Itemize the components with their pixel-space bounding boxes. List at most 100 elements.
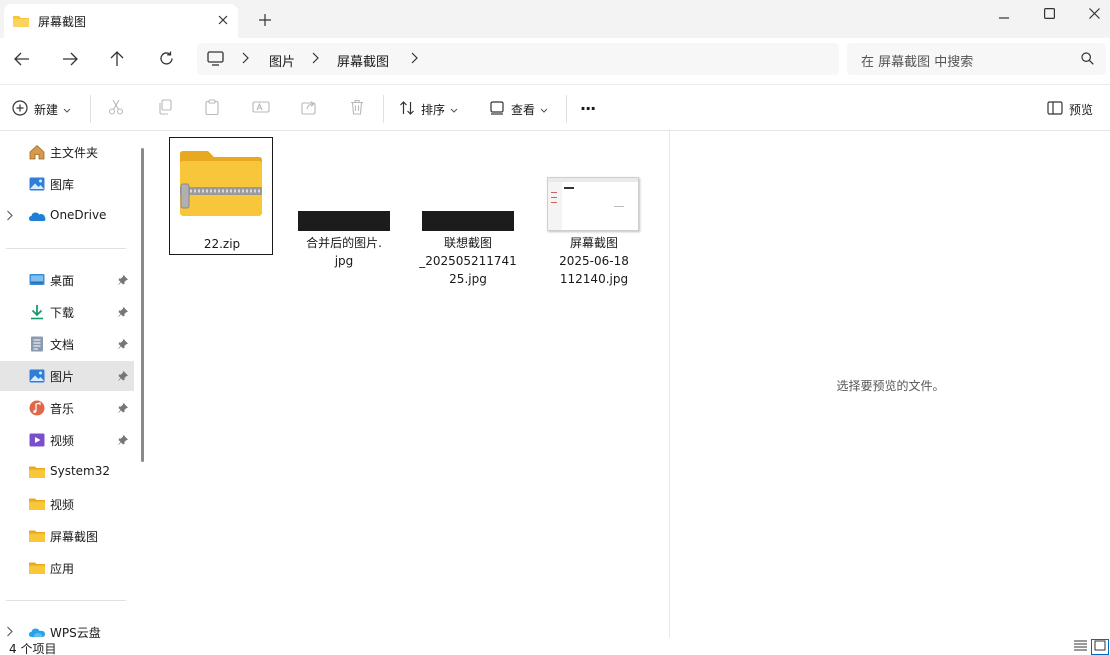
chevron-right-icon[interactable] (6, 210, 13, 224)
sort-button[interactable]: 排序 (399, 97, 458, 121)
gallery-icon (28, 175, 46, 193)
forward-button[interactable] (55, 46, 85, 74)
folder-icon (12, 13, 30, 32)
navigation-pane: 主文件夹 图库 OneDrive 桌面 下载 文档 图片 音乐 视频 Syste… (0, 131, 150, 638)
copy-button[interactable] (155, 98, 175, 118)
sidebar-item-pictures[interactable]: 图片 (0, 361, 134, 391)
sidebar-item-music[interactable]: 音乐 (0, 393, 134, 423)
file-name: 合并后的图片. (306, 236, 382, 250)
breadcrumb-pictures[interactable]: 图片 (269, 51, 295, 70)
sidebar-scrollbar[interactable] (141, 148, 144, 462)
pin-icon[interactable] (118, 306, 129, 320)
sidebar-item-apps[interactable]: 应用 (0, 553, 134, 583)
sidebar-item-label: 主文件夹 (50, 146, 99, 160)
paste-button[interactable] (202, 98, 222, 118)
sidebar-item-videos-folder[interactable]: 视频 (0, 489, 134, 519)
sidebar-item-label: WPS云盘 (50, 626, 101, 638)
this-pc-icon (207, 51, 224, 69)
back-button[interactable] (7, 46, 37, 74)
share-button[interactable] (299, 98, 319, 118)
file-name: 联想截图 (443, 236, 492, 250)
rename-button[interactable] (251, 98, 271, 118)
pin-icon[interactable] (118, 434, 129, 448)
file-list: 22.zip 合并后的图片. jpg 联想截图 _202505211741 25… (151, 131, 669, 638)
pin-icon[interactable] (118, 370, 129, 384)
more-options-button[interactable]: ··· (580, 96, 596, 120)
details-view-button[interactable] (1071, 639, 1089, 655)
large-icons-view-button[interactable] (1091, 639, 1109, 655)
chevron-right-icon[interactable] (410, 52, 418, 67)
up-button[interactable] (102, 46, 132, 74)
maximize-button[interactable] (1026, 0, 1072, 30)
sidebar-item-documents[interactable]: 文档 (0, 329, 134, 359)
chevron-right-icon[interactable] (311, 52, 319, 67)
file-item-zip[interactable]: 22.zip (169, 137, 273, 255)
toolbar-divider (383, 95, 384, 123)
pictures-icon (28, 367, 46, 385)
sidebar-item-label: 图库 (50, 178, 75, 192)
pin-icon[interactable] (118, 274, 129, 288)
sidebar-item-onedrive[interactable]: OneDrive (0, 201, 134, 231)
large-icons-view-icon (1094, 640, 1106, 654)
sidebar-item-system32[interactable]: System32 (0, 457, 134, 487)
video-icon (28, 431, 46, 449)
image-thumbnail (547, 177, 639, 231)
preview-label: 预览 (1069, 102, 1094, 117)
close-button[interactable] (1071, 0, 1110, 30)
sidebar-item-screenshots[interactable]: 屏幕截图 (0, 521, 134, 551)
sidebar-item-label: 视频 (50, 434, 75, 448)
sidebar-item-home[interactable]: 主文件夹 (0, 137, 134, 167)
chevron-down-icon (540, 102, 548, 116)
address-bar[interactable]: 图片 屏幕截图 (197, 43, 839, 75)
title-bar: 屏幕截图 (0, 0, 1110, 38)
clipboard-icon (204, 98, 220, 118)
tab-title: 屏幕截图 (38, 15, 87, 29)
preview-pane: 选择要预览的文件。 (669, 131, 1110, 638)
sidebar-item-label: 图片 (50, 370, 75, 384)
sidebar-item-downloads[interactable]: 下载 (0, 297, 134, 327)
sidebar-item-label: 下载 (50, 306, 75, 320)
minimize-button[interactable] (981, 0, 1027, 30)
chevron-right-icon[interactable] (241, 52, 249, 67)
sidebar-item-label: 屏幕截图 (50, 530, 99, 544)
pin-icon[interactable] (118, 338, 129, 352)
new-button[interactable]: 新建 (12, 97, 71, 121)
share-icon (301, 99, 317, 118)
folder-icon (28, 463, 46, 481)
view-icon (489, 100, 505, 119)
status-bar: 4 个项目 (0, 638, 1110, 655)
chevron-right-icon[interactable] (6, 626, 13, 638)
tab-close-icon[interactable] (214, 11, 232, 29)
delete-button[interactable] (347, 98, 367, 118)
preview-pane-button[interactable]: 预览 (1047, 97, 1093, 121)
pin-icon[interactable] (118, 402, 129, 416)
sidebar-item-desktop[interactable]: 桌面 (0, 265, 134, 295)
file-name-line: jpg (334, 254, 354, 268)
sidebar-item-gallery[interactable]: 图库 (0, 169, 134, 199)
refresh-button[interactable] (151, 46, 181, 74)
new-tab-button[interactable] (254, 9, 276, 31)
sort-icon (399, 100, 415, 119)
trash-icon (349, 99, 365, 118)
download-icon (28, 303, 46, 321)
sidebar-item-label: OneDrive (50, 208, 107, 222)
view-button[interactable]: 查看 (489, 97, 548, 121)
folder-icon (28, 559, 46, 577)
chevron-down-icon (63, 102, 71, 116)
cut-button[interactable] (106, 98, 126, 118)
rename-icon (252, 99, 270, 118)
music-icon (28, 399, 46, 417)
toolbar-divider (566, 95, 567, 123)
breadcrumb-screenshots[interactable]: 屏幕截图 (337, 51, 389, 70)
tab-screenshots[interactable]: 屏幕截图 (4, 4, 238, 38)
file-item-lenovo-screenshot[interactable]: 联想截图 _202505211741 25.jpg (416, 137, 520, 286)
search-placeholder: 在 屏幕截图 中搜索 (861, 55, 974, 70)
file-item-merged-image[interactable]: 合并后的图片. jpg (292, 137, 396, 268)
image-thumbnail (422, 211, 514, 231)
sidebar-item-videos[interactable]: 视频 (0, 425, 134, 455)
scissors-icon (108, 99, 124, 118)
sidebar-item-wps-cloud[interactable]: WPS云盘 (0, 617, 134, 638)
file-item-screenshot[interactable]: 屏幕截图 2025-06-18 112140.jpg (542, 137, 646, 286)
search-box[interactable]: 在 屏幕截图 中搜索 (847, 43, 1106, 75)
plus-circle-icon (12, 99, 28, 119)
